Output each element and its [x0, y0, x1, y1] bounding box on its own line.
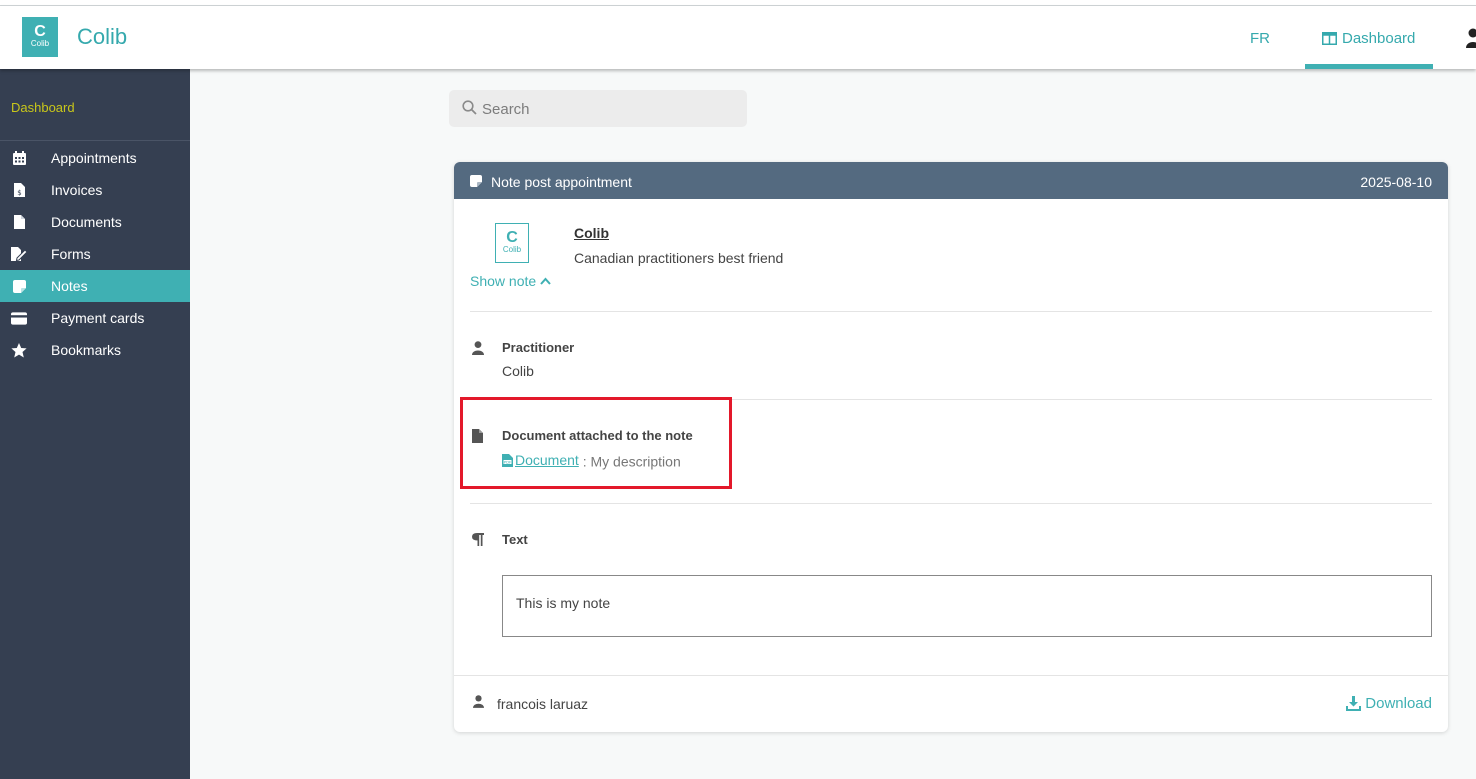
highlight-box	[460, 397, 732, 489]
show-note-toggle[interactable]: Show note	[470, 273, 551, 289]
download-button[interactable]: Download	[1346, 695, 1432, 712]
sidebar-item-notes[interactable]: Notes	[0, 270, 190, 302]
brand-logo[interactable]: C Colib	[22, 17, 58, 57]
user-icon	[473, 695, 484, 708]
brand-name[interactable]: Colib	[77, 24, 127, 50]
practitioner-value: Colib	[502, 363, 534, 379]
sidebar-item-label: Documents	[51, 214, 122, 230]
organization-logo: C Colib	[495, 223, 529, 263]
organization-name-link[interactable]: Colib	[574, 225, 609, 241]
dashboard-tab-label: Dashboard	[1342, 30, 1416, 47]
logo-c-mark: C	[34, 23, 46, 40]
sidebar-item-label: Forms	[51, 246, 91, 262]
sidebar-item-label: Payment cards	[51, 310, 145, 326]
logo-c-mark: C	[506, 229, 518, 246]
note-card: Note post appointment 2025-08-10 C Colib…	[454, 162, 1448, 732]
paragraph-icon	[472, 533, 484, 546]
footer-divider	[454, 675, 1448, 676]
nav-tab-dashboard[interactable]: Dashboard	[1305, 6, 1433, 69]
note-title: Note post appointment	[491, 174, 632, 190]
credit-card-icon	[11, 311, 27, 325]
sidebar-item-label: Appointments	[51, 150, 137, 166]
sidebar-item-invoices[interactable]: $ Invoices	[0, 174, 190, 206]
sidebar-heading[interactable]: Dashboard	[0, 69, 190, 141]
note-author: francois laruaz	[497, 696, 589, 712]
section-divider	[470, 311, 1432, 312]
note-card-header: Note post appointment 2025-08-10	[454, 162, 1448, 199]
sidebar-item-appointments[interactable]: Appointments	[0, 142, 190, 174]
show-note-label: Show note	[470, 273, 537, 289]
logo-text: Colib	[30, 39, 50, 48]
user-icon	[472, 341, 484, 355]
top-header: C Colib Colib FR Dashboard	[0, 6, 1476, 69]
organization-tagline: Canadian practitioners best friend	[574, 250, 784, 266]
calendar-icon	[12, 151, 26, 165]
active-tab-indicator	[1305, 64, 1433, 69]
chevron-up-icon	[540, 277, 551, 285]
search-icon	[462, 100, 477, 115]
language-switch[interactable]: FR	[1250, 30, 1270, 47]
note-date: 2025-08-10	[1360, 174, 1432, 190]
note-icon	[470, 175, 482, 187]
invoice-icon: $	[13, 183, 25, 197]
text-label: Text	[502, 532, 528, 547]
practitioner-label: Practitioner	[502, 340, 575, 355]
dashboard-icon	[1322, 32, 1337, 45]
download-label: Download	[1365, 695, 1432, 712]
note-text-box: This is my note	[502, 575, 1432, 637]
sidebar-item-label: Invoices	[51, 182, 103, 198]
sidebar-item-label: Notes	[51, 278, 88, 294]
search-bar	[449, 90, 747, 127]
form-edit-icon	[11, 247, 27, 261]
sidebar-item-forms[interactable]: Forms	[0, 238, 190, 270]
sidebar-item-payment-cards[interactable]: Payment cards	[0, 302, 190, 334]
document-icon	[13, 215, 25, 229]
search-input[interactable]	[482, 98, 732, 120]
sidebar-item-documents[interactable]: Documents	[0, 206, 190, 238]
svg-text:$: $	[17, 189, 21, 197]
logo-text: Colib	[502, 245, 522, 254]
note-icon	[12, 279, 26, 293]
user-menu-icon[interactable]	[1466, 28, 1476, 48]
sidebar-item-bookmarks[interactable]: Bookmarks	[0, 334, 190, 366]
star-icon	[11, 342, 27, 357]
section-divider	[470, 503, 1432, 504]
download-icon	[1346, 696, 1362, 711]
sidebar-item-label: Bookmarks	[51, 342, 122, 358]
sidebar: Dashboard Appointments $ Invoices Docume…	[0, 69, 190, 779]
